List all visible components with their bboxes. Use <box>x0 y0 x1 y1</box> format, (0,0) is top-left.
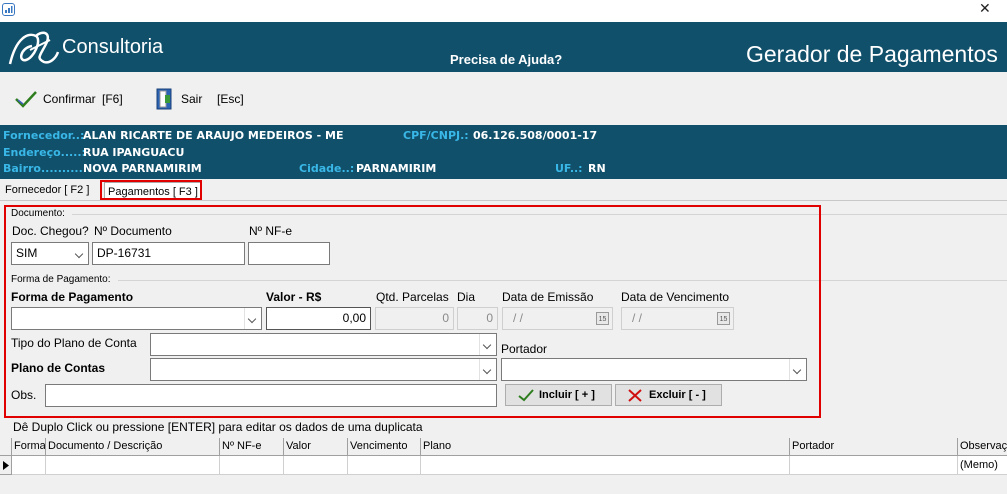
confirm-label: Confirmar <box>43 92 96 106</box>
close-icon[interactable]: ✕ <box>979 0 991 17</box>
exit-door-icon <box>156 88 172 110</box>
bairro-value: NOVA PARNAMIRIM <box>83 162 202 175</box>
grid-hint: Dê Duplo Click ou pressione [ENTER] para… <box>13 420 423 434</box>
header-banner: Consultoria Precisa de Ajuda? Gerador de… <box>0 22 1007 72</box>
column-header-documento[interactable]: Documento / Descrição <box>46 438 220 456</box>
column-header-nfe[interactable]: Nº NF-e <box>220 438 284 456</box>
cidade-value: PARNAMIRIM <box>356 162 437 175</box>
fornecedor-value: ALAN RICARTE DE ARAUJO MEDEIROS - ME <box>83 129 344 142</box>
fornecedor-label: Fornecedor..: <box>3 129 85 142</box>
window-titlebar: ˇ ✕ <box>0 0 1007 22</box>
brand-name: Consultoria <box>62 36 164 58</box>
tab-fornecedor[interactable]: Fornecedor [ F2 ] <box>2 181 92 199</box>
column-header-plano[interactable]: Plano <box>421 438 790 456</box>
table-cell[interactable] <box>790 456 958 475</box>
highlight-form-box <box>4 205 821 418</box>
confirm-shortcut: [F6] <box>102 92 123 106</box>
cpf-value: 06.126.508/0001-17 <box>473 129 598 142</box>
table-cell[interactable] <box>46 456 220 475</box>
table-cell[interactable] <box>421 456 790 475</box>
exit-label: Sair <box>181 92 203 106</box>
column-header-observacao[interactable]: Observação <box>958 438 1007 456</box>
checkmark-icon <box>15 91 37 108</box>
column-header-portador[interactable]: Portador <box>790 438 958 456</box>
grid-corner <box>0 438 12 456</box>
table-cell[interactable] <box>348 456 421 475</box>
company-logo <box>6 28 62 71</box>
row-indicator <box>0 456 12 475</box>
table-cell[interactable] <box>220 456 284 475</box>
endereco-value: RUA IPANGUACU <box>83 146 185 159</box>
column-header-forma[interactable]: Forma <box>12 438 46 456</box>
form-title: Gerador de Pagamentos <box>746 41 998 67</box>
uf-value: RN <box>588 162 606 175</box>
toolbar: Confirmar [F6] Sair [Esc] <box>0 72 1007 125</box>
uf-label: UF..: <box>555 162 583 175</box>
exit-shortcut: [Esc] <box>217 92 244 106</box>
bairro-label: Bairro..........: <box>3 162 88 175</box>
cpf-label: CPF/CNPJ.: <box>403 129 469 142</box>
current-row-arrow-icon <box>3 461 9 470</box>
supplier-info-panel: Fornecedor..: ALAN RICARTE DE ARAUJO MED… <box>0 125 1007 179</box>
observacao-cell[interactable]: (Memo) <box>958 456 1007 475</box>
minimize-mark[interactable]: ˇ <box>508 0 512 8</box>
column-header-vencimento[interactable]: Vencimento <box>348 438 421 456</box>
cidade-label: Cidade..: <box>299 162 355 175</box>
help-link[interactable]: Precisa de Ajuda? <box>450 52 562 67</box>
table-cell[interactable] <box>12 456 46 475</box>
endereco-label: Endereço.....: <box>3 146 86 159</box>
highlight-tab-box <box>100 180 202 200</box>
table-cell[interactable] <box>284 456 348 475</box>
chart-app-icon <box>2 3 15 16</box>
column-header-valor[interactable]: Valor <box>284 438 348 456</box>
